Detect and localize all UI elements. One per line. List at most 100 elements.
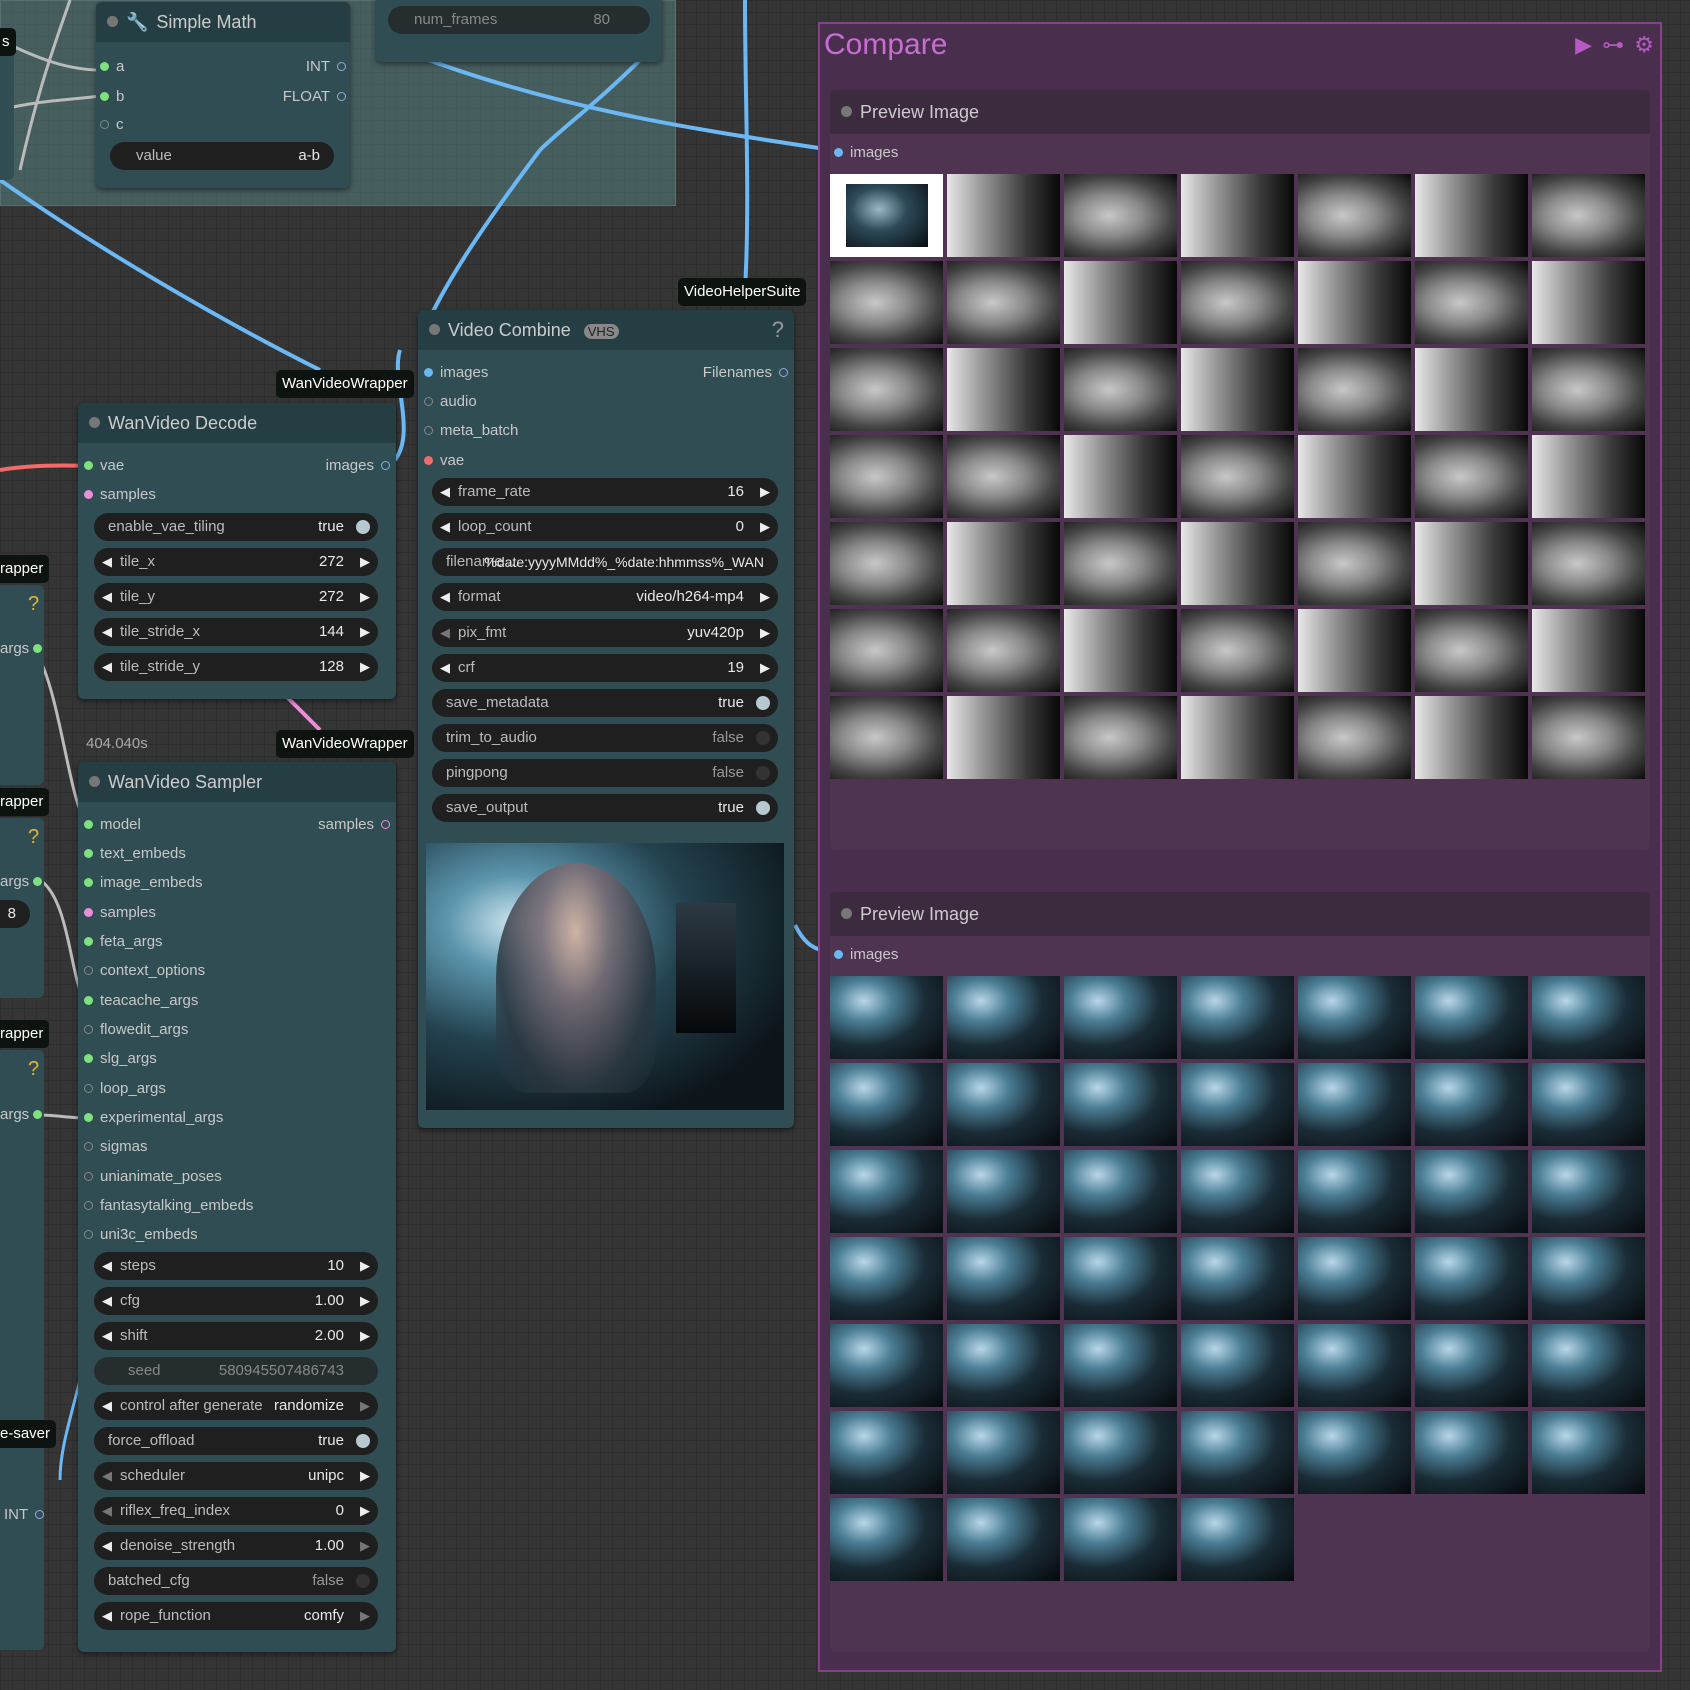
steps-widget[interactable]: ◀ steps 10 ▶ <box>94 1252 378 1280</box>
video-frame-thumbnail[interactable] <box>1415 1411 1528 1494</box>
depth-frame-thumbnail[interactable] <box>1298 609 1411 692</box>
depth-frame-thumbnail[interactable] <box>1415 348 1528 431</box>
depth-frame-thumbnail[interactable] <box>1298 261 1411 344</box>
video-frame-thumbnail[interactable] <box>1181 1498 1294 1581</box>
tile-stride-y-widget[interactable]: ◀ tile_stride_y 128 ▶ <box>94 653 378 681</box>
depth-frame-thumbnail[interactable] <box>1532 609 1645 692</box>
preview-image-node-2[interactable]: Preview Image images <box>830 892 1650 1652</box>
depth-frame-thumbnail[interactable] <box>1298 435 1411 518</box>
depth-frame-thumbnail[interactable] <box>1181 174 1294 257</box>
depth-frame-thumbnail[interactable] <box>1064 696 1177 779</box>
depth-frame-thumbnail[interactable] <box>1298 522 1411 605</box>
depth-frame-thumbnail[interactable] <box>1064 174 1177 257</box>
shift-widget[interactable]: ◀ shift 2.00 ▶ <box>94 1322 378 1350</box>
input-uni3c-embeds[interactable]: uni3c_embeds <box>84 1224 198 1246</box>
wanvideo-decode-node[interactable]: WanVideo Decode vae samples images enabl… <box>78 403 396 699</box>
input-context-options[interactable]: context_options <box>84 960 205 982</box>
depth-frame-thumbnail[interactable] <box>1064 348 1177 431</box>
video-frame-thumbnail[interactable] <box>1064 1150 1177 1233</box>
depth-frame-thumbnail[interactable] <box>1532 522 1645 605</box>
depth-frame-thumbnail[interactable] <box>830 609 943 692</box>
video-frame-thumbnail[interactable] <box>830 1498 943 1581</box>
video-frame-thumbnail[interactable] <box>1532 976 1645 1059</box>
crf-widget[interactable]: ◀ crf 19 ▶ <box>432 654 778 682</box>
video-frame-thumbnail[interactable] <box>830 1063 943 1146</box>
depth-frame-thumbnail[interactable] <box>1532 696 1645 779</box>
depth-frame-thumbnail[interactable] <box>947 261 1060 344</box>
depth-frame-thumbnail[interactable] <box>1181 696 1294 779</box>
tile-y-widget[interactable]: ◀ tile_y 272 ▶ <box>94 583 378 611</box>
input-a[interactable]: a <box>100 56 124 78</box>
video-frame-thumbnail[interactable] <box>1181 1237 1294 1320</box>
input-c[interactable]: c <box>100 114 124 136</box>
input-unianimate-poses[interactable]: unianimate_poses <box>84 1166 222 1188</box>
help-icon[interactable]: ? <box>28 1058 39 1080</box>
save-metadata-toggle[interactable]: save_metadata true <box>432 689 778 717</box>
video-frame-thumbnail[interactable] <box>1064 1237 1177 1320</box>
video-frame-thumbnail[interactable] <box>1415 1237 1528 1320</box>
video-frame-thumbnail[interactable] <box>1181 1150 1294 1233</box>
left-partial-nodes[interactable] <box>0 50 14 180</box>
input-feta-args[interactable]: feta_args <box>84 931 163 953</box>
video-frame-thumbnail[interactable] <box>1415 1063 1528 1146</box>
depth-frame-thumbnail[interactable] <box>1064 435 1177 518</box>
help-icon[interactable]: ? <box>28 593 39 615</box>
input-sigmas[interactable]: sigmas <box>84 1136 148 1158</box>
depth-frame-thumbnail[interactable] <box>1064 522 1177 605</box>
simple-math-title[interactable]: 🔧 Simple Math <box>96 2 350 42</box>
video-frame-thumbnail[interactable] <box>1415 1324 1528 1407</box>
depth-frame-thumbnail[interactable] <box>947 348 1060 431</box>
preview-1-title[interactable]: Preview Image <box>830 90 1650 134</box>
left-int-output[interactable]: INT <box>4 1504 45 1526</box>
depth-frame-thumbnail[interactable] <box>947 522 1060 605</box>
depth-frame-thumbnail[interactable] <box>1415 261 1528 344</box>
depth-frame-thumbnail[interactable] <box>1064 261 1177 344</box>
riflex-freq-index-widget[interactable]: ◀ riflex_freq_index 0 ▶ <box>94 1497 378 1525</box>
depth-frame-thumbnail[interactable] <box>1181 261 1294 344</box>
output-float[interactable]: FLOAT <box>283 86 346 108</box>
depth-frame-thumbnail[interactable] <box>1181 435 1294 518</box>
play-icon[interactable]: ▶ <box>1575 32 1592 57</box>
depth-frame-thumbnail[interactable] <box>1181 522 1294 605</box>
input-flowedit-args[interactable]: flowedit_args <box>84 1019 188 1041</box>
input-text-embeds[interactable]: text_embeds <box>84 843 186 865</box>
preview-2-title[interactable]: Preview Image <box>830 892 1650 936</box>
input-image-embeds[interactable]: image_embeds <box>84 872 203 894</box>
batched-cfg-toggle[interactable]: batched_cfg false <box>94 1567 378 1595</box>
video-frame-thumbnail[interactable] <box>1415 1150 1528 1233</box>
depth-frame-thumbnail[interactable] <box>1532 435 1645 518</box>
video-frame-thumbnail[interactable] <box>947 1237 1060 1320</box>
left-args-2[interactable]: args <box>0 871 49 893</box>
video-frame-thumbnail[interactable] <box>1298 1150 1411 1233</box>
video-frame-thumbnail[interactable] <box>947 1411 1060 1494</box>
output-int[interactable]: INT <box>306 56 346 78</box>
trim-to-audio-toggle[interactable]: trim_to_audio false <box>432 724 778 752</box>
input-vae[interactable]: vae <box>424 450 464 472</box>
depth-frame-thumbnail[interactable] <box>1298 348 1411 431</box>
left-partial-node-1[interactable] <box>0 585 44 785</box>
gear-icon[interactable]: ⚙ <box>1634 32 1654 57</box>
video-frame-thumbnail[interactable] <box>1181 1324 1294 1407</box>
video-frame-thumbnail[interactable] <box>830 1411 943 1494</box>
denoise-strength-widget[interactable]: ◀ denoise_strength 1.00 ▶ <box>94 1532 378 1560</box>
depth-frame-thumbnail[interactable] <box>1532 261 1645 344</box>
preview-1-image-grid[interactable] <box>830 174 1649 783</box>
depth-frame-thumbnail[interactable] <box>1415 609 1528 692</box>
video-frame-thumbnail[interactable] <box>947 1324 1060 1407</box>
sampler-title[interactable]: WanVideo Sampler <box>78 762 396 802</box>
depth-frame-thumbnail[interactable] <box>947 696 1060 779</box>
scheduler-widget[interactable]: ◀ scheduler unipc ▶ <box>94 1462 378 1490</box>
tile-stride-x-widget[interactable]: ◀ tile_stride_x 144 ▶ <box>94 618 378 646</box>
depth-frame-thumbnail[interactable] <box>1415 696 1528 779</box>
cfg-widget[interactable]: ◀ cfg 1.00 ▶ <box>94 1287 378 1315</box>
depth-frame-thumbnail[interactable] <box>1415 174 1528 257</box>
depth-frame-thumbnail[interactable] <box>1181 609 1294 692</box>
frame-rate-widget[interactable]: ◀ frame_rate 16 ▶ <box>432 478 778 506</box>
rope-function-widget[interactable]: ◀ rope_function comfy ▶ <box>94 1602 378 1630</box>
left-value-8[interactable]: 8 <box>0 900 30 928</box>
video-frame-thumbnail[interactable] <box>830 1150 943 1233</box>
enable-vae-tiling-toggle[interactable]: enable_vae_tiling true <box>94 513 378 541</box>
depth-frame-thumbnail[interactable] <box>830 522 943 605</box>
depth-frame-thumbnail[interactable] <box>830 261 943 344</box>
control-after-generate-widget[interactable]: ◀ control after generate randomize ▶ <box>94 1392 378 1420</box>
